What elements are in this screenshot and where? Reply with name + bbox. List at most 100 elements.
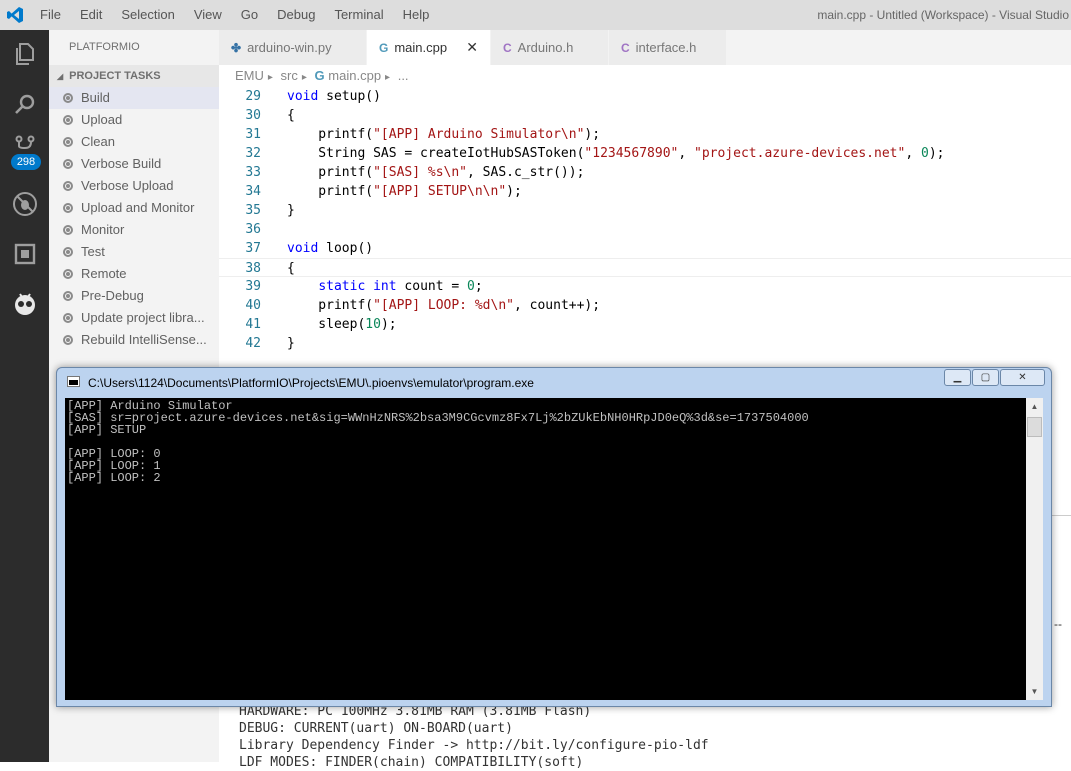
task-verbose-build[interactable]: Verbose Build (49, 153, 219, 175)
task-gear-icon (63, 93, 73, 103)
c-icon: C (503, 40, 512, 55)
console-line: [APP] SETUP (67, 423, 147, 437)
task-gear-icon (63, 225, 73, 235)
code-editor[interactable]: 29 void setup() 30{ 31 printf("[APP] Ardu… (219, 87, 1071, 367)
tab-arduino-win-py[interactable]: ✤ arduino-win.py (219, 30, 367, 65)
terminal-dash: -- (1054, 617, 1062, 631)
tab-main-cpp[interactable]: G main.cpp ✕ (367, 30, 491, 65)
task-gear-icon (63, 269, 73, 279)
python-icon: ✤ (231, 40, 242, 55)
task-gear-icon (63, 335, 73, 345)
maximize-icon: ▢ (980, 372, 991, 383)
menu-selection[interactable]: Selection (111, 0, 183, 30)
console-line: [SAS] sr=project.azure-devices.net&sig=W… (67, 411, 809, 425)
chevron-right-icon: ▸ (301, 72, 307, 83)
window-title: main.cpp - Untitled (Workspace) - Visual… (817, 8, 1069, 22)
cpp-icon: G (379, 40, 389, 55)
close-icon: ✕ (1018, 372, 1027, 383)
task-test[interactable]: Test (49, 241, 219, 263)
close-tab-icon[interactable]: ✕ (466, 39, 478, 56)
terminal-line: LDF MODES: FINDER(chain) COMPATIBILITY(s… (239, 755, 584, 770)
explorer-icon[interactable] (0, 34, 49, 74)
task-gear-icon (63, 313, 73, 323)
task-remote[interactable]: Remote (49, 263, 219, 285)
code-line-current: 38{ (219, 258, 1071, 277)
code-line: 36 (245, 222, 261, 237)
code-line: 39 static int count = 0; (245, 279, 483, 294)
task-gear-icon (63, 181, 73, 191)
code-line: 35} (245, 203, 295, 218)
console-window[interactable]: C:\Users\1124\Documents\PlatformIO\Proje… (56, 367, 1052, 707)
project-tasks-header[interactable]: ◢ PROJECT TASKS (49, 65, 219, 87)
code-line: 32 String SAS = createIotHubSASToken("12… (245, 146, 945, 161)
task-verbose-upload[interactable]: Verbose Upload (49, 175, 219, 197)
code-line: 37 void loop() (245, 241, 374, 256)
task-clean[interactable]: Clean (49, 131, 219, 153)
maximize-button[interactable]: ▢ (972, 369, 999, 386)
platformio-icon[interactable] (0, 284, 49, 324)
task-monitor[interactable]: Monitor (49, 219, 219, 241)
menu-go[interactable]: Go (231, 0, 267, 30)
extensions-icon[interactable] (0, 234, 49, 274)
source-control-badge: 298 (11, 154, 41, 170)
code-line: 31 printf("[APP] Arduino Simulator\n"); (245, 127, 601, 142)
task-gear-icon (63, 203, 73, 213)
debug-icon[interactable] (0, 184, 49, 224)
activity-bar: 298 (0, 30, 49, 762)
menu-terminal[interactable]: Terminal (324, 0, 392, 30)
console-title-bar[interactable]: C:\Users\1124\Documents\PlatformIO\Proje… (57, 368, 1051, 396)
c-icon: C (621, 40, 630, 55)
menu-view[interactable]: View (184, 0, 231, 30)
code-line: 42} (245, 336, 295, 351)
menu-bar: File Edit Selection View Go Debug Termin… (30, 0, 438, 30)
console-app-icon (67, 376, 80, 387)
scroll-down-icon[interactable]: ▼ (1026, 683, 1043, 700)
close-button[interactable]: ✕ (1000, 369, 1045, 386)
minimize-icon: ▁ (953, 372, 962, 383)
tab-interface-h[interactable]: C interface.h (609, 30, 727, 65)
task-gear-icon (63, 159, 73, 169)
breadcrumb-main-cpp[interactable]: main.cpp (328, 68, 381, 83)
chevron-right-icon: ▸ (267, 72, 273, 83)
task-upload-and-monitor[interactable]: Upload and Monitor (49, 197, 219, 219)
terminal-line: DEBUG: CURRENT(uart) ON-BOARD(uart) (239, 721, 513, 736)
task-update-project-libraries[interactable]: Update project libra... (49, 307, 219, 329)
code-line: 33 printf("[SAS] %s\n", SAS.c_str()); (245, 165, 585, 180)
task-gear-icon (63, 291, 73, 301)
task-pre-debug[interactable]: Pre-Debug (49, 285, 219, 307)
menu-edit[interactable]: Edit (70, 0, 111, 30)
console-line: [APP] LOOP: 0 (67, 447, 161, 461)
console-scrollbar[interactable]: ▲ ▼ (1026, 398, 1043, 700)
code-line: 34 printf("[APP] SETUP\n\n"); (245, 184, 522, 199)
breadcrumb-src[interactable]: src (281, 68, 298, 83)
window-buttons: ▁ ▢ ✕ (943, 369, 1045, 386)
menu-help[interactable]: Help (393, 0, 439, 30)
task-upload[interactable]: Upload (49, 109, 219, 131)
menu-debug[interactable]: Debug (267, 0, 324, 30)
terminal-line: Library Dependency Finder -> http://bit.… (239, 738, 709, 753)
breadcrumb-emu[interactable]: EMU (235, 68, 264, 83)
tab-arduino-h[interactable]: C Arduino.h (491, 30, 609, 65)
minimize-button[interactable]: ▁ (944, 369, 971, 386)
chevron-right-icon: ▸ (385, 72, 391, 83)
console-output[interactable]: [APP] Arduino Simulator [SAS] sr=project.… (65, 398, 1043, 700)
title-bar: File Edit Selection View Go Debug Termin… (0, 0, 1071, 30)
vscode-logo-icon (0, 0, 30, 30)
scroll-thumb[interactable] (1027, 417, 1042, 437)
code-line: 40 printf("[APP] LOOP: %d\n", count++); (245, 298, 601, 313)
sidebar-title: PLATFORMIO (69, 41, 140, 53)
terminal-output[interactable]: HARDWARE: PC 100MHz 3.81MB RAM (3.81MB F… (219, 703, 1071, 770)
task-rebuild-intellisense[interactable]: Rebuild IntelliSense... (49, 329, 219, 351)
scroll-up-icon[interactable]: ▲ (1026, 398, 1043, 415)
task-gear-icon (63, 247, 73, 257)
editor-tabs: ✤ arduino-win.py G main.cpp ✕ C Arduino.… (219, 30, 1071, 65)
cpp-icon: G (314, 68, 325, 83)
task-build[interactable]: Build (49, 87, 219, 109)
breadcrumb: EMU ▸ src ▸ G main.cpp ▸ ... (219, 65, 1071, 87)
code-line: 29 void setup() (245, 89, 381, 104)
task-gear-icon (63, 137, 73, 147)
breadcrumb-more[interactable]: ... (398, 68, 409, 83)
search-icon[interactable] (0, 84, 49, 124)
menu-file[interactable]: File (30, 0, 70, 30)
